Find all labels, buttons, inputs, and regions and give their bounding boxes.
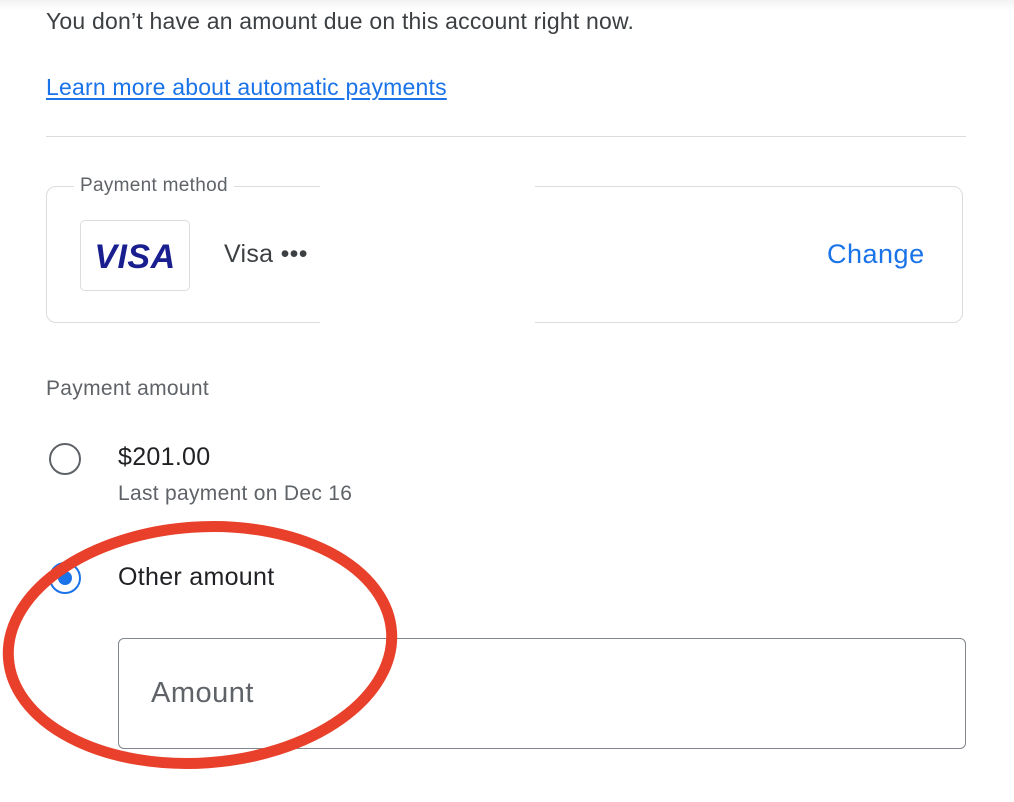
other-amount-label[interactable]: Other amount (118, 563, 274, 592)
change-payment-method-button[interactable]: Change (827, 239, 925, 270)
card-label: Visa ••• (224, 240, 308, 268)
visa-card-logo: VISA (80, 220, 190, 291)
radio-last-payment-amount[interactable] (49, 443, 81, 475)
no-amount-due-message: You don’t have an amount due on this acc… (46, 8, 635, 34)
last-payment-date-sublabel: Last payment on Dec 16 (118, 482, 353, 505)
amount-input[interactable] (118, 638, 966, 749)
learn-more-automatic-payments-link[interactable]: Learn more about automatic payments (46, 74, 447, 101)
last-payment-amount-label[interactable]: $201.00 (118, 443, 210, 472)
radio-selected-dot (57, 570, 72, 585)
radio-other-amount[interactable] (49, 562, 81, 594)
section-divider (46, 136, 966, 137)
redacted-card-number (320, 178, 535, 328)
visa-logo-text: VISA (94, 238, 175, 276)
payment-method-legend: Payment method (74, 175, 234, 197)
payment-amount-label: Payment amount (46, 377, 209, 400)
